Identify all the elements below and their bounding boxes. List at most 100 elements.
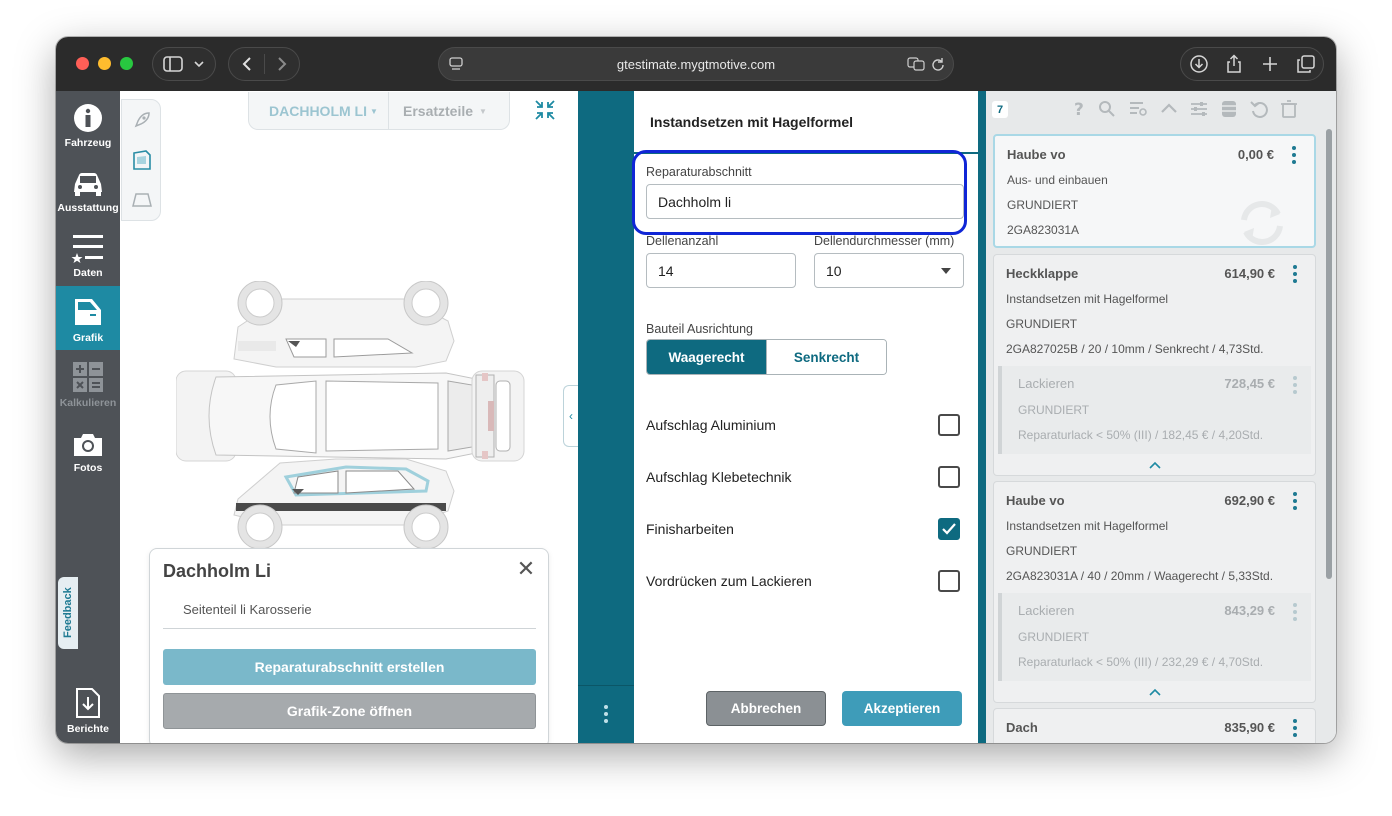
chevron-left-icon: ‹ [569,409,573,423]
door-tool-button[interactable] [130,148,154,172]
list-item[interactable]: Haube vo 0,00 € Aus- und einbauen GRUNDI… [993,134,1316,248]
car-door-icon [75,299,101,325]
collapse-chevron-icon[interactable] [994,455,1315,475]
create-repair-section-button[interactable]: Reparaturabschnitt erstellen [163,649,536,685]
rocket-tool-button[interactable] [130,108,154,132]
sidebar-item-fahrzeug[interactable]: Fahrzeug [56,91,120,155]
windshield-icon [132,193,152,207]
sub-list-item[interactable]: Lackieren 728,45 € GRUNDIERT Reparaturla… [998,366,1311,454]
calculator-icon [73,362,103,392]
sidebar-item-ausstattung[interactable]: Ausstattung [56,156,120,220]
checkbox-row-klebetechnik: Aufschlag Klebetechnik [646,465,960,489]
url-text: gtestimate.mygtmotive.com [616,56,776,72]
close-icon[interactable]: ✕ [516,558,536,580]
list-item[interactable]: Heckklappe 614,90 € Instandsetzen mit Ha… [993,254,1316,476]
aluminium-checkbox[interactable] [938,414,960,436]
card-line: GRUNDIERT [1018,630,1090,644]
checkmark-icon [942,523,956,535]
list-item[interactable]: Dach 835,90 € [993,708,1316,743]
more-menu-icon[interactable] [604,705,608,723]
more-options-icon[interactable] [1293,265,1297,283]
tab-overview-button[interactable] [1289,47,1323,81]
sliders-icon[interactable] [1190,100,1208,118]
downloads-button[interactable] [1182,47,1216,81]
sidebar-item-label: Fahrzeug [64,137,112,149]
expand-panel-tab[interactable]: ‹ [563,385,578,447]
zoom-window-button[interactable] [120,57,133,70]
section-label: Reparaturabschnitt [646,165,752,179]
item-count-badge: 7 [992,101,1008,118]
trash-icon[interactable] [1280,100,1298,118]
browser-toolbar: gtestimate.mygtmotive.com [56,37,1336,91]
report-download-icon [76,688,100,718]
card-line: GRUNDIERT [1018,403,1090,417]
car-damage-diagram[interactable] [176,281,528,551]
tab-ersatzteile[interactable]: Ersatzteile ▼ [389,92,509,130]
windshield-tool-button[interactable] [130,188,154,212]
car-side-bottom[interactable] [233,458,455,550]
cancel-button[interactable]: Abbrechen [706,691,826,726]
translate-icon[interactable] [907,57,925,71]
form-title: Instandsetzen mit Hagelformel [650,114,854,130]
more-options-icon[interactable] [1293,603,1297,621]
sidebar-toggle-button[interactable] [152,47,216,81]
popup-subtitle: Seitenteil li Karosserie [183,602,312,617]
back-icon[interactable] [240,56,254,72]
open-graphic-zone-button[interactable]: Grafik-Zone öffnen [163,693,536,729]
chevron-up-icon[interactable] [1160,100,1178,118]
minimize-window-button[interactable] [98,57,111,70]
caret-down-icon: ▼ [370,106,378,116]
help-icon[interactable]: ? [1070,100,1088,118]
orientation-option-senkrecht[interactable]: Senkrecht [766,340,886,374]
reload-icon[interactable] [931,57,945,71]
card-price: 843,29 € [1224,603,1275,618]
undo-icon[interactable] [1250,100,1268,118]
filter-list-icon[interactable] [1129,100,1147,118]
dent-count-input[interactable]: 14 [646,253,796,288]
collapse-chevron-icon[interactable] [994,682,1315,702]
finisharbeiten-checkbox[interactable] [938,518,960,540]
page-settings-icon[interactable] [449,57,463,71]
card-line: Aus- und einbauen [1007,173,1108,187]
new-tab-button[interactable] [1253,47,1287,81]
more-options-icon[interactable] [1292,146,1296,164]
search-settings-icon[interactable] [1098,100,1116,118]
close-window-button[interactable] [76,57,89,70]
feedback-tab[interactable]: Feedback [58,577,78,649]
card-title: Dach [1006,720,1038,735]
sidebar-item-kalkulieren[interactable]: Kalkulieren [56,351,120,415]
more-options-icon[interactable] [1293,719,1297,737]
address-bar[interactable]: gtestimate.mygtmotive.com [438,47,954,81]
more-options-icon[interactable] [1293,492,1297,510]
vordruecken-checkbox[interactable] [938,570,960,592]
more-options-icon[interactable] [1293,376,1297,394]
forward-icon[interactable] [275,56,289,72]
sidebar-icon [163,56,183,72]
car-side-top[interactable] [233,281,455,368]
app-content: Fahrzeug Ausstattung Daten Grafik Kalkul… [56,91,1336,743]
klebetechnik-checkbox[interactable] [938,466,960,488]
sub-list-item[interactable]: Lackieren 843,29 € GRUNDIERT Reparaturla… [998,593,1311,681]
browser-window: gtestimate.mygtmotive.com Fahrzeug Ausst… [56,37,1336,743]
dent-diameter-select[interactable]: 10 [814,253,964,288]
accept-button[interactable]: Akzeptieren [842,691,962,726]
checkbox-row-aluminium: Aufschlag Aluminium [646,413,960,437]
checkbox-label: Aufschlag Aluminium [646,417,776,433]
list-scrollbar[interactable] [1326,129,1332,579]
list-item[interactable]: Haube vo 692,90 € Instandsetzen mit Hage… [993,481,1316,703]
sidebar-item-berichte[interactable]: Berichte [56,677,120,741]
tab-dachholm-li[interactable]: DACHHOLM LI ▼ [249,92,389,130]
caret-down-icon: ▼ [479,106,487,116]
share-button[interactable] [1217,47,1251,81]
sidebar-item-fotos[interactable]: Fotos [56,416,120,480]
card-title: Lackieren [1018,603,1075,618]
card-line: GRUNDIERT [1006,544,1078,558]
car-top-view[interactable] [176,370,525,462]
card-price: 728,45 € [1224,376,1275,391]
sidebar-item-grafik[interactable]: Grafik [56,286,120,350]
orientation-option-waagerecht[interactable]: Waagerecht [647,340,766,374]
collapse-arrows-icon[interactable] [534,99,556,121]
database-icon[interactable] [1220,100,1238,118]
sidebar-item-daten[interactable]: Daten [56,221,120,285]
repair-section-input[interactable]: Dachholm li [646,184,964,219]
